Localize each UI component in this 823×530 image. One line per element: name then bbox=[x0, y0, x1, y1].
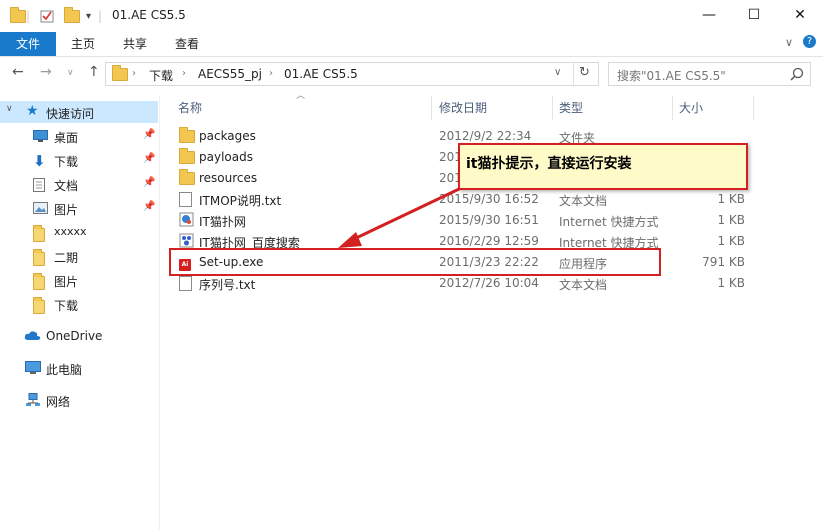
callout-text: it猫扑提示，直接运行安装 bbox=[466, 156, 632, 172]
annotation-arrow bbox=[338, 178, 479, 248]
annotation-callout: it猫扑提示，直接运行安装 bbox=[458, 143, 748, 190]
